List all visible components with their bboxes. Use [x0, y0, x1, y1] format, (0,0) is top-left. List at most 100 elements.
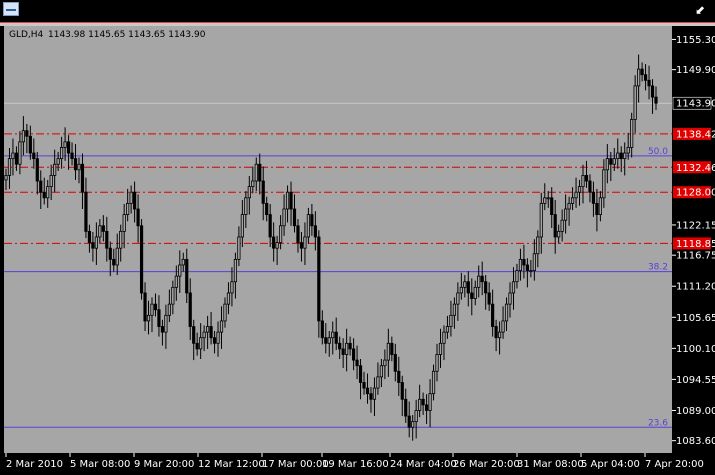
candle-body-101	[355, 359, 359, 367]
candle-body-156	[546, 197, 550, 200]
candle-body-184	[643, 74, 648, 81]
candle-body-54	[192, 326, 196, 344]
chart-window-icon[interactable]	[3, 2, 19, 16]
candle-body-71	[251, 180, 255, 188]
price-label-10: 1105.65	[676, 313, 715, 324]
candle-body-155	[543, 197, 547, 204]
candle-body-81	[285, 191, 290, 210]
candle-body-164	[574, 191, 578, 199]
candle-body-19	[70, 152, 74, 160]
candle-body-23	[84, 191, 88, 232]
candle-body-119	[418, 398, 422, 411]
candle-body-173	[605, 158, 609, 171]
candle-body-143	[501, 320, 505, 333]
candle-body-114	[400, 382, 404, 400]
candle-body-100	[351, 348, 356, 361]
time-label-1: 5 Mar 08:00	[70, 459, 130, 470]
price-label-14: 1083.60	[676, 436, 715, 447]
candle-body-6	[25, 130, 29, 137]
price-label-12: 1094.55	[676, 375, 715, 386]
price-label-8: 1116.75	[676, 251, 715, 262]
candle-body-139	[487, 292, 491, 305]
candle-body-36	[129, 191, 133, 204]
candle-body-17	[63, 141, 67, 148]
candle-body-128	[449, 314, 453, 327]
candle-body-134	[470, 292, 474, 299]
time-label-5: 19 Mar 16:00	[322, 459, 389, 470]
price-chart[interactable]: 50.0 38.2 23.6 1155.30 1149.90 1143.90 1138.4…	[0, 26, 715, 475]
candle-body-144	[504, 303, 509, 322]
time-label-2: 9 Mar 20:00	[134, 459, 194, 470]
candle-body-182	[637, 68, 641, 87]
time-label-6: 24 Mar 04:00	[390, 459, 457, 470]
candle-body-76	[268, 214, 272, 238]
candle-body-161	[564, 208, 568, 221]
candle-body-88	[310, 214, 314, 227]
candle-body-52	[185, 258, 189, 294]
price-label-13: 1089.00	[676, 406, 715, 417]
candle-body-130	[456, 292, 460, 305]
candle-body-3	[14, 152, 19, 165]
candle-body-48	[171, 286, 175, 305]
candle-body-41	[146, 314, 151, 322]
candle-body-110	[386, 342, 390, 361]
price-label-2: 1143.90	[676, 99, 715, 110]
price-label-5: 1128.00	[676, 188, 715, 199]
candle-body-159	[557, 230, 561, 238]
price-label-6: 1122.15	[676, 220, 715, 231]
candle-body-25	[91, 242, 95, 249]
collapse-arrow-icon[interactable]: ⬋	[695, 3, 705, 17]
candle-body-149	[522, 258, 526, 266]
candle-body-90	[317, 236, 321, 322]
candle-body-124	[435, 354, 439, 372]
candle-body-137	[480, 275, 484, 283]
candle-body-167	[584, 175, 589, 182]
candle-body-84	[296, 225, 300, 243]
candle-body-35	[126, 203, 130, 215]
candle-body-162	[567, 203, 571, 210]
candle-body-56	[199, 337, 203, 350]
candle-body-97	[341, 348, 345, 355]
candle-body-82	[289, 191, 293, 210]
candle-body-172	[602, 169, 606, 199]
candle-body-106	[372, 387, 377, 400]
candle-body-153	[536, 236, 540, 255]
candle-body-78	[275, 242, 279, 249]
candle-body-142	[497, 331, 502, 339]
candle-body-138	[484, 281, 488, 294]
candle-body-61	[216, 331, 220, 344]
candle-body-70	[247, 186, 251, 199]
candle-body-99	[348, 342, 352, 350]
candle-body-67	[237, 236, 241, 260]
window-titlebar: ⬋	[0, 0, 715, 22]
candle-body-79	[278, 225, 283, 243]
chart-header-symbol: GLD,H4	[9, 30, 44, 40]
candle-body-105	[369, 393, 373, 400]
candle-body-166	[581, 175, 585, 188]
chart-plot-area[interactable]	[4, 26, 672, 453]
candle-body-57	[202, 331, 206, 339]
candle-body-45	[160, 326, 165, 333]
candle-body-13	[49, 175, 53, 188]
candle-body-140	[491, 303, 495, 327]
candle-body-108	[379, 365, 384, 378]
candle-body-47	[167, 303, 171, 316]
candle-body-96	[338, 342, 342, 350]
candle-body-83	[292, 208, 297, 227]
candle-body-55	[195, 342, 199, 350]
fib-label-2: 23.6	[648, 418, 668, 428]
candle-body-95	[334, 331, 338, 344]
candle-body-77	[272, 236, 276, 249]
candle-body-146	[511, 281, 516, 294]
candle-body-14	[53, 163, 57, 176]
candle-body-169	[591, 191, 596, 204]
candle-body-148	[518, 258, 523, 271]
price-label-7: 1118.85	[676, 239, 715, 250]
candle-body-94	[331, 331, 335, 339]
candle-body-147	[515, 270, 519, 283]
time-label-9: 5 Apr 04:00	[581, 459, 640, 470]
candle-body-69	[244, 197, 248, 215]
candle-body-136	[477, 275, 481, 288]
candle-body-171	[598, 197, 602, 215]
candle-body-29	[105, 230, 109, 249]
